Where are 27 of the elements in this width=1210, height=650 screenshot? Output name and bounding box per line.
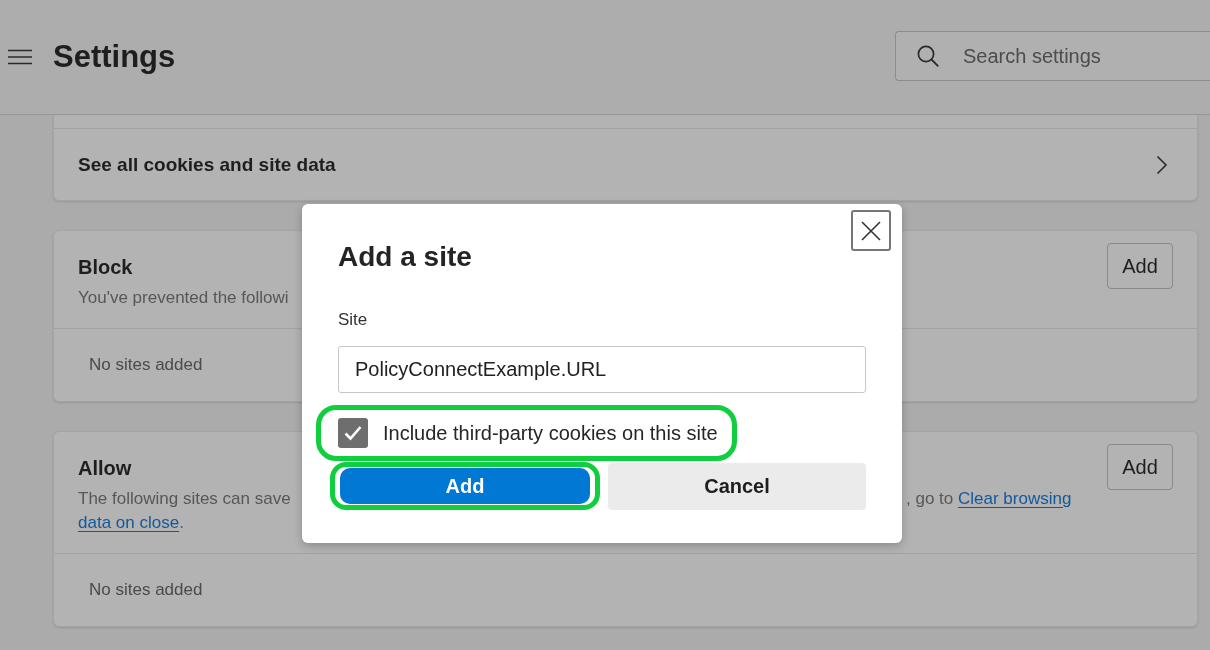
chevron-right-icon — [1156, 154, 1168, 175]
page-title: Settings — [53, 38, 176, 76]
add-button[interactable]: Add — [1107, 444, 1173, 490]
search-field[interactable]: Search settings — [895, 31, 1210, 81]
description-text: You've prevented the followi — [78, 288, 289, 307]
checkbox[interactable] — [338, 418, 368, 448]
cancel-button[interactable]: Cancel — [608, 462, 866, 510]
close-button[interactable] — [851, 210, 891, 251]
add-button[interactable]: Add — [340, 468, 590, 504]
section-title: Block — [78, 255, 133, 280]
link[interactable]: data on close — [78, 513, 180, 532]
add-button[interactable]: Add — [1107, 243, 1173, 289]
menu-icon[interactable] — [8, 49, 32, 65]
empty-state-text: No sites added — [89, 580, 203, 600]
search-icon — [917, 45, 939, 67]
empty-state-text: No sites added — [89, 355, 203, 375]
description-text: data on close. — [78, 513, 184, 532]
close-icon — [861, 220, 881, 241]
section-title: Allow — [78, 456, 132, 481]
dialog-title: Add a site — [338, 240, 472, 274]
description-text: The following sites can save — [78, 488, 292, 510]
field-label: Site — [338, 309, 368, 331]
link[interactable]: Clear browsing — [958, 489, 1072, 508]
site-input[interactable]: PolicyConnectExample.URL — [338, 346, 866, 393]
description-text: , go to Clear browsing — [906, 488, 1072, 510]
list-item[interactable]: See all cookies and site data — [54, 129, 1197, 200]
checkbox-label: Include third-party cookies on this site — [383, 421, 718, 446]
